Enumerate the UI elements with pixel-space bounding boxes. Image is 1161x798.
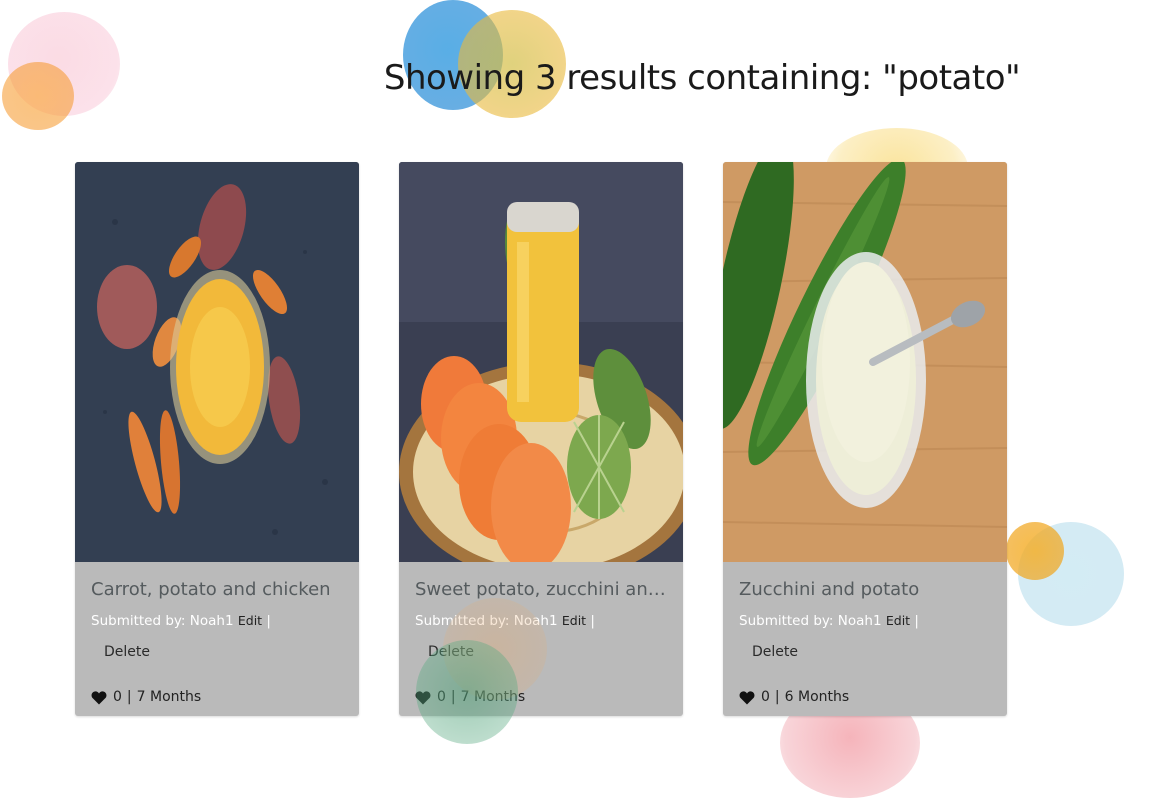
submitted-by-label: Submitted by:: [415, 613, 510, 629]
separator: |: [266, 613, 271, 629]
author-link[interactable]: Noah1: [514, 613, 558, 629]
age-label: 7 Months: [136, 689, 202, 705]
separator: |: [590, 613, 595, 629]
edit-link[interactable]: Edit: [562, 613, 586, 628]
submitted-by-label: Submitted by:: [91, 613, 186, 629]
recipe-title[interactable]: Zucchini and potato: [739, 579, 995, 600]
recipe-meta: 0 | 7 Months: [415, 689, 525, 705]
watercolor-blob-orange-right: [1006, 522, 1064, 580]
meta-separator: |: [774, 689, 780, 705]
submitted-by: Submitted by: Noah1 Edit |: [91, 613, 271, 629]
separator: |: [914, 613, 919, 629]
recipe-title[interactable]: Sweet potato, zucchini and l...: [415, 579, 671, 600]
recipe-meta: 0 | 7 Months: [91, 689, 201, 705]
author-link[interactable]: Noah1: [838, 613, 882, 629]
recipe-card[interactable]: Sweet potato, zucchini and l... Submitte…: [399, 162, 683, 716]
likes-count: 0: [761, 689, 770, 705]
heart-icon[interactable]: [739, 690, 755, 705]
recipe-title[interactable]: Carrot, potato and chicken: [91, 579, 347, 600]
recipe-photo[interactable]: [75, 162, 359, 562]
edit-link[interactable]: Edit: [886, 613, 910, 628]
meta-separator: |: [450, 689, 456, 705]
submitted-by-label: Submitted by:: [739, 613, 834, 629]
recipe-card[interactable]: Carrot, potato and chicken Submitted by:…: [75, 162, 359, 716]
page-title: Showing 3 results containing: "potato": [383, 58, 1021, 98]
watercolor-blob-lightblue-right: [1018, 522, 1124, 626]
age-label: 6 Months: [784, 689, 850, 705]
likes-count: 0: [437, 689, 446, 705]
age-label: 7 Months: [460, 689, 526, 705]
delete-link[interactable]: Delete: [428, 644, 474, 660]
edit-link[interactable]: Edit: [238, 613, 262, 628]
delete-link[interactable]: Delete: [752, 644, 798, 660]
recipe-photo[interactable]: [399, 162, 683, 562]
heart-icon[interactable]: [415, 690, 431, 705]
recipe-photo[interactable]: [723, 162, 1007, 562]
delete-link[interactable]: Delete: [104, 644, 150, 660]
author-link[interactable]: Noah1: [190, 613, 234, 629]
meta-separator: |: [126, 689, 132, 705]
submitted-by: Submitted by: Noah1 Edit |: [739, 613, 919, 629]
recipe-meta: 0 | 6 Months: [739, 689, 849, 705]
likes-count: 0: [113, 689, 122, 705]
recipe-card[interactable]: Zucchini and potato Submitted by: Noah1 …: [723, 162, 1007, 716]
heart-icon[interactable]: [91, 690, 107, 705]
submitted-by: Submitted by: Noah1 Edit |: [415, 613, 595, 629]
